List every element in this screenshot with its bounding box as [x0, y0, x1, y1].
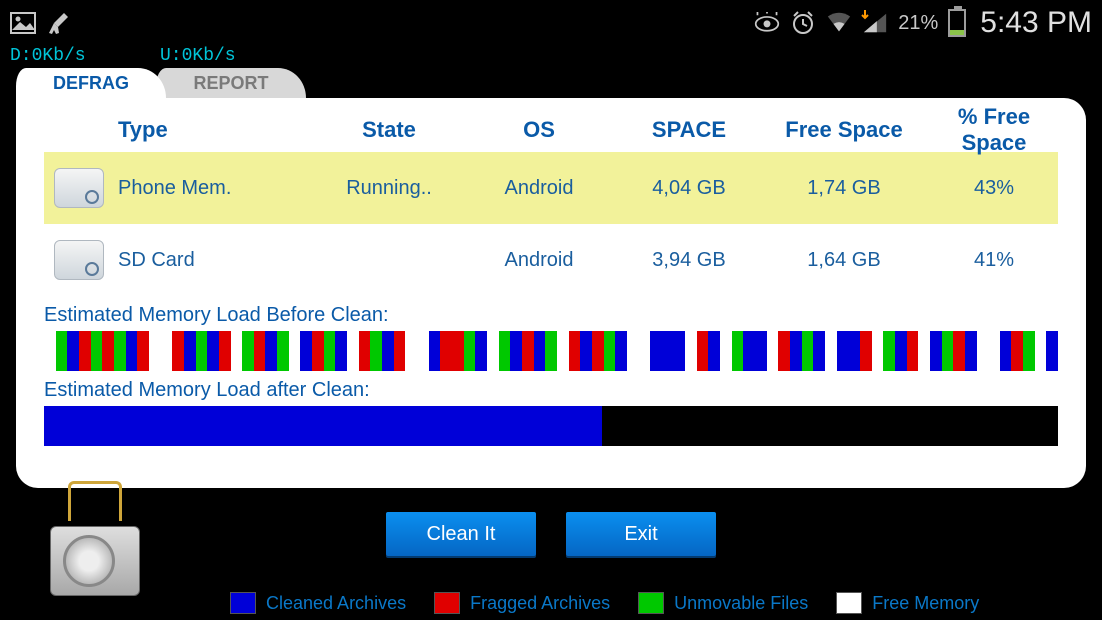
- cell-free: 1,74 GB: [764, 177, 924, 200]
- bottom-bar: Clean It Exit Cleaned Archives Fragged A…: [0, 492, 1102, 620]
- legend-cleaned-label: Cleaned Archives: [266, 593, 406, 614]
- drive-icon: [54, 240, 104, 280]
- memload-after-label: Estimated Memory Load after Clean:: [44, 379, 1058, 402]
- memload-after-bar: [44, 406, 1058, 446]
- cell-os: Android: [464, 249, 614, 272]
- legend-fragged-label: Fragged Archives: [470, 593, 610, 614]
- cell-free: 1,64 GB: [764, 249, 924, 272]
- legend-fragged: Fragged Archives: [434, 592, 610, 614]
- drive-table: Type State OS SPACE Free Space % Free Sp…: [44, 104, 1058, 296]
- header-os: OS: [464, 117, 614, 143]
- tab-report[interactable]: REPORT: [156, 68, 306, 98]
- header-space: SPACE: [614, 117, 764, 143]
- memload-before-label: Estimated Memory Load Before Clean:: [44, 304, 1058, 327]
- battery-percentage: 21%: [898, 12, 938, 35]
- legend-unmovable-label: Unmovable Files: [674, 593, 808, 614]
- status-bar: 21% 5:43 PM: [0, 0, 1102, 46]
- legend-free-label: Free Memory: [872, 593, 979, 614]
- cell-state: Running..: [314, 177, 464, 200]
- battery-icon: [948, 9, 966, 37]
- table-row[interactable]: SD Card Android 3,94 GB 1,64 GB 41%: [44, 224, 1058, 296]
- defrag-app-icon: [40, 501, 150, 596]
- drive-icon: [54, 168, 104, 208]
- memload-before-bar: [44, 331, 1058, 371]
- speed-row: D:0Kb/s U:0Kb/s: [0, 46, 1102, 64]
- eye-icon: [754, 10, 780, 36]
- main-panel: Type State OS SPACE Free Space % Free Sp…: [16, 98, 1086, 488]
- download-speed: D:0Kb/s: [10, 46, 86, 66]
- cell-space: 4,04 GB: [614, 177, 764, 200]
- legend: Cleaned Archives Fragged Archives Unmova…: [230, 592, 1092, 614]
- cell-os: Android: [464, 177, 614, 200]
- cell-pctfree: 43%: [924, 177, 1064, 200]
- clean-it-button[interactable]: Clean It: [386, 512, 536, 556]
- header-pct-free: % Free Space: [924, 104, 1064, 156]
- swatch-red: [434, 592, 460, 614]
- wifi-icon: [826, 10, 852, 36]
- legend-cleaned: Cleaned Archives: [230, 592, 406, 614]
- legend-free: Free Memory: [836, 592, 979, 614]
- alarm-icon: [790, 10, 816, 36]
- cell-space: 3,94 GB: [614, 249, 764, 272]
- header-free-space: Free Space: [764, 117, 924, 143]
- status-clock: 5:43 PM: [980, 6, 1092, 40]
- cell-pctfree: 41%: [924, 249, 1064, 272]
- upload-speed: U:0Kb/s: [160, 46, 236, 66]
- header-type: Type: [114, 117, 314, 143]
- cell-type: Phone Mem.: [114, 177, 314, 200]
- legend-unmovable: Unmovable Files: [638, 592, 808, 614]
- exit-button[interactable]: Exit: [566, 512, 716, 556]
- broom-icon: [46, 10, 72, 36]
- tabs: REPORT DEFRAG: [16, 64, 1102, 98]
- signal-icon: [862, 10, 888, 36]
- cell-type: SD Card: [114, 249, 314, 272]
- header-state: State: [314, 117, 464, 143]
- swatch-white: [836, 592, 862, 614]
- table-header-row: Type State OS SPACE Free Space % Free Sp…: [44, 104, 1058, 152]
- image-icon: [10, 10, 36, 36]
- swatch-blue: [230, 592, 256, 614]
- swatch-green: [638, 592, 664, 614]
- table-row[interactable]: Phone Mem. Running.. Android 4,04 GB 1,7…: [44, 152, 1058, 224]
- tab-defrag[interactable]: DEFRAG: [16, 68, 166, 98]
